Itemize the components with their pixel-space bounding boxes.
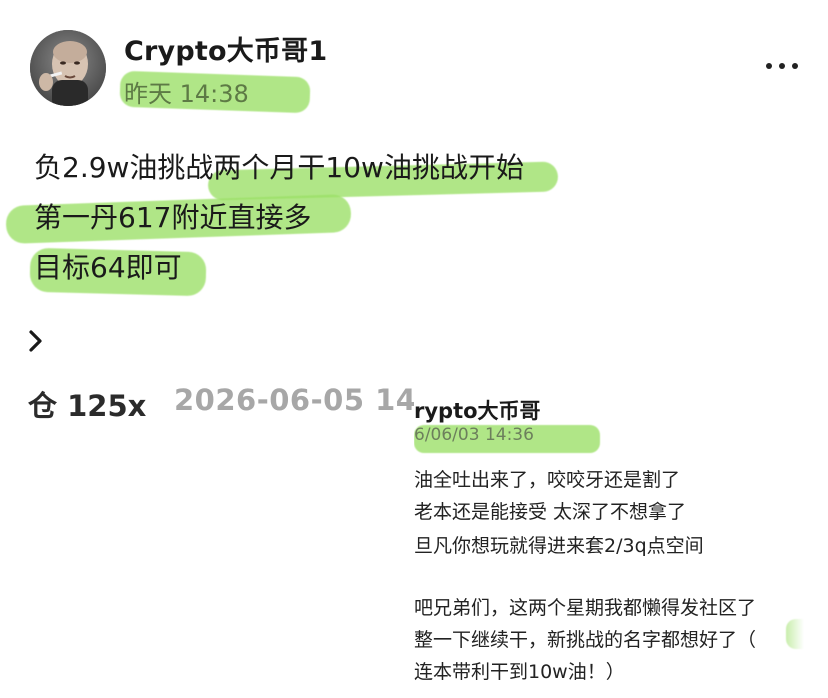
post-time: 昨天 14:38 [124, 80, 249, 108]
avatar[interactable] [30, 30, 106, 106]
post-line-1: 负2.9w油挑战两个月干10w油挑战开始 [34, 151, 524, 184]
author-name[interactable]: Crypto大币哥1 [124, 29, 327, 68]
more-horizontal-icon[interactable] [766, 56, 798, 76]
embedded-line-3: 旦凡你想玩就得进来套2/3q点空间 [414, 535, 704, 557]
leverage-label: 仓 125x [28, 389, 147, 423]
embedded-time: 6/06/03 14:36 [414, 425, 534, 445]
embedded-screenshot: rypto大币哥 6/06/03 14:36 油全吐出来了，咬咬牙还是割了 老本… [414, 385, 804, 685]
embedded-author: rypto大币哥 [414, 399, 541, 423]
embedded-line-2: 老本还是能接受 太深了不想拿了 [414, 501, 687, 523]
embedded-fade [778, 585, 804, 685]
embedded-line-1: 油全吐出来了，咬咬牙还是割了 [414, 469, 681, 491]
avatar-portrait [30, 30, 106, 106]
trade-info-strip: 仓 125x 2026-06-05 14 [0, 378, 414, 428]
embedded-line-4: 吧兄弟们，这两个星期我都懒得发社区了 [414, 597, 757, 619]
chevron-right-icon[interactable] [26, 326, 46, 356]
embedded-line-5: 整一下继续干，新挑战的名字都想好了（ [414, 629, 757, 651]
post-line-3: 目标64即可 [34, 251, 182, 284]
post-line-2: 第一丹617附近直接多 [34, 201, 312, 234]
embedded-line-6: 连本带利干到10w油！） [414, 661, 625, 683]
trade-date: 2026-06-05 14 [174, 383, 414, 417]
